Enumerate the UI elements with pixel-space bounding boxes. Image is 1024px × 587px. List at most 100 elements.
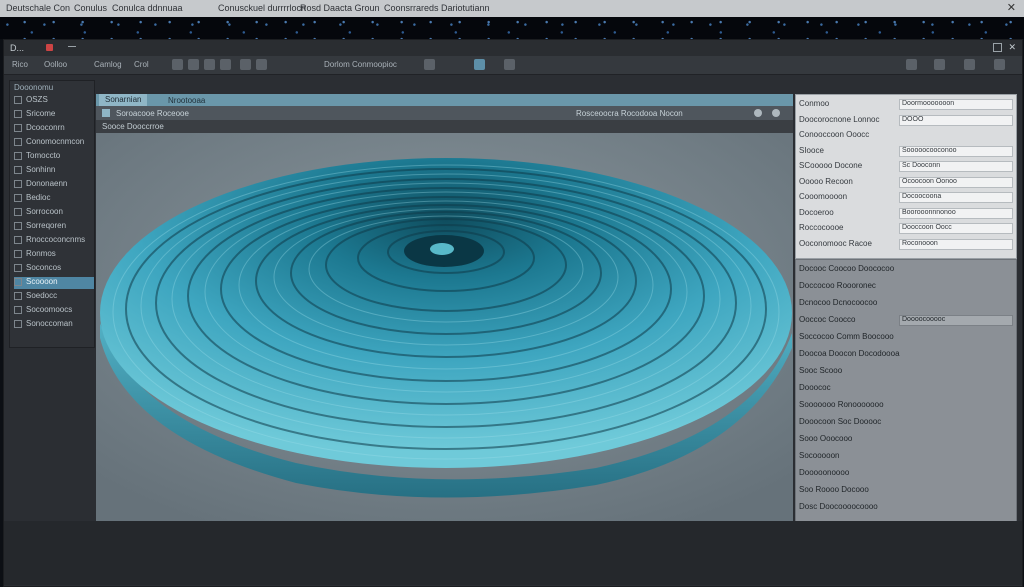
property-label: Dooococ — [799, 383, 831, 392]
property-label: Ooconomooc Racoe — [799, 238, 872, 248]
outliner-item[interactable]: Soconcos — [14, 263, 94, 275]
outliner-item[interactable]: Sorreqoren — [14, 221, 94, 233]
visibility-checkbox[interactable] — [14, 291, 22, 300]
visibility-checkbox[interactable] — [14, 179, 22, 188]
property-field[interactable]: Doooocooooc — [899, 315, 1013, 326]
visibility-checkbox[interactable] — [14, 305, 22, 314]
desktop-background — [0, 17, 1024, 39]
tab-secondary[interactable]: Nrootooaa — [168, 96, 205, 105]
toolbar-item-1[interactable]: Rico — [12, 60, 28, 69]
property-field[interactable]: Roconooon — [899, 238, 1013, 250]
outliner-item[interactable]: Soedocc — [14, 291, 94, 303]
layout-icon[interactable] — [934, 59, 945, 70]
property-row: Doccocoo Roooronec — [799, 281, 1013, 292]
property-field[interactable]: DOOO — [899, 114, 1013, 126]
outliner-item[interactable]: Conomocnmcon — [14, 137, 94, 149]
outliner-item[interactable]: Scoooon — [14, 277, 94, 289]
move-tool-icon[interactable] — [188, 59, 199, 70]
outliner-item[interactable]: Tomoccto — [14, 151, 94, 163]
render-icon[interactable] — [240, 59, 251, 70]
visibility-checkbox[interactable] — [14, 249, 22, 258]
visibility-checkbox[interactable] — [14, 277, 22, 286]
property-label: Ooccoc Coocco — [799, 315, 856, 324]
visibility-checkbox[interactable] — [14, 193, 22, 202]
menu-item-6[interactable]: Coonsrrareds Dariotutiann — [384, 3, 490, 13]
close-icon[interactable]: ✕ — [1007, 1, 1016, 14]
outliner-item[interactable]: Sonhinn — [14, 165, 94, 177]
visibility-checkbox[interactable] — [14, 123, 22, 132]
window-title: D... — [10, 43, 25, 53]
app-icon — [46, 44, 53, 51]
3d-viewport[interactable] — [96, 133, 793, 521]
viewport-info-right: Rosceoocra Rocodooa Nocon — [576, 109, 683, 118]
outliner-item[interactable]: Bedioc — [14, 193, 94, 205]
property-row: Dosc Doocoooocoooo — [799, 502, 1013, 513]
visibility-checkbox[interactable] — [14, 151, 22, 160]
property-field[interactable]: Sc Dooconn — [899, 161, 1013, 172]
outliner-item[interactable]: Sricome — [14, 109, 94, 121]
help-icon[interactable] — [994, 59, 1005, 70]
camera-icon[interactable] — [256, 59, 267, 70]
visibility-checkbox[interactable] — [14, 319, 22, 328]
menu-item-3[interactable]: Conulca ddnnuaa — [112, 3, 183, 13]
outliner-panel: Dooonomu OSZS Sricome Dcooconrn Conomocnmco… — [9, 80, 95, 348]
property-field[interactable]: Dooccoon Oocc — [899, 223, 1013, 234]
outliner-item[interactable]: OSZS — [14, 95, 94, 107]
outliner-item[interactable]: Ronmos — [14, 249, 94, 261]
window-close-icon[interactable]: ✕ — [1008, 42, 1016, 53]
visibility-checkbox[interactable] — [14, 207, 22, 216]
property-label: Dooooonoooo — [799, 468, 850, 477]
outliner-item[interactable]: Sorrocoon — [14, 207, 94, 219]
outliner-item[interactable]: Socoomoocs — [14, 305, 94, 317]
property-label: SCooooo Docone — [799, 161, 863, 170]
outliner-item-label: Bedioc — [26, 193, 51, 202]
title-bar: D... ✕ — [4, 40, 1022, 56]
search-icon[interactable] — [964, 59, 975, 70]
property-label: Conmoo — [799, 99, 830, 108]
menu-item-1[interactable]: Deutschale Con — [6, 3, 70, 13]
scale-tool-icon[interactable] — [220, 59, 231, 70]
toolbar-item-4[interactable]: Crol — [134, 60, 149, 69]
outliner-item[interactable]: Rnoccoconcnms — [14, 235, 94, 247]
outliner-item[interactable]: Dcooconrn — [14, 123, 94, 135]
property-field[interactable]: Docoocoona — [899, 192, 1013, 203]
shading-icon[interactable] — [754, 109, 762, 117]
property-row: Doocoa Doocon Docodoooa — [799, 349, 1013, 360]
snap-icon[interactable] — [474, 59, 485, 70]
outliner-item[interactable]: Dononaenn — [14, 179, 94, 191]
viewport-info-left: Soroacooe Roceooe — [116, 109, 189, 118]
property-field[interactable]: Doormooooooon — [899, 99, 1013, 110]
play-icon[interactable] — [424, 59, 435, 70]
rotate-tool-icon[interactable] — [204, 59, 215, 70]
toolbar-item-3[interactable]: Camlog — [94, 60, 122, 69]
select-tool-icon[interactable] — [172, 59, 183, 70]
menu-item-5[interactable]: Rosd Daacta Groun — [300, 3, 380, 13]
visibility-checkbox[interactable] — [14, 137, 22, 146]
property-row: SIooce Sooooocooconoo — [799, 145, 1013, 157]
settings-icon[interactable] — [906, 59, 917, 70]
property-field[interactable]: Ocoocoon Oonoo — [899, 176, 1013, 188]
menu-item-4[interactable]: Conusckuel durrrrlocn — [218, 3, 306, 13]
property-row: Doocorocnone Lonnoc DOOO — [799, 114, 1013, 126]
property-field[interactable]: Sooooocooconoo — [899, 145, 1013, 157]
visibility-checkbox[interactable] — [14, 221, 22, 230]
visibility-checkbox[interactable] — [14, 165, 22, 174]
property-row: Socooooon — [799, 451, 1013, 462]
outliner-item[interactable]: Sonoccoman — [14, 319, 94, 331]
visibility-checkbox[interactable] — [14, 95, 22, 104]
tab-viewport[interactable]: Sonarnian — [99, 94, 148, 106]
property-label: Sooo Ooocooo — [799, 434, 853, 443]
property-field[interactable]: Boorooonnnonoo — [899, 207, 1013, 219]
minimize-icon[interactable] — [68, 46, 76, 47]
property-row: Docooc Coocoo Doococoo — [799, 264, 1013, 275]
maximize-icon[interactable] — [993, 43, 1002, 52]
grid-icon[interactable] — [504, 59, 515, 70]
visibility-checkbox[interactable] — [14, 109, 22, 118]
visibility-checkbox[interactable] — [14, 235, 22, 244]
overlay-icon[interactable] — [772, 109, 780, 117]
outliner-item-label: Scoooon — [26, 277, 58, 286]
visibility-checkbox[interactable] — [14, 263, 22, 272]
menu-item-2[interactable]: Conulus — [74, 3, 107, 13]
view-icon[interactable] — [102, 109, 110, 117]
toolbar-item-2[interactable]: Oolloo — [44, 60, 67, 69]
